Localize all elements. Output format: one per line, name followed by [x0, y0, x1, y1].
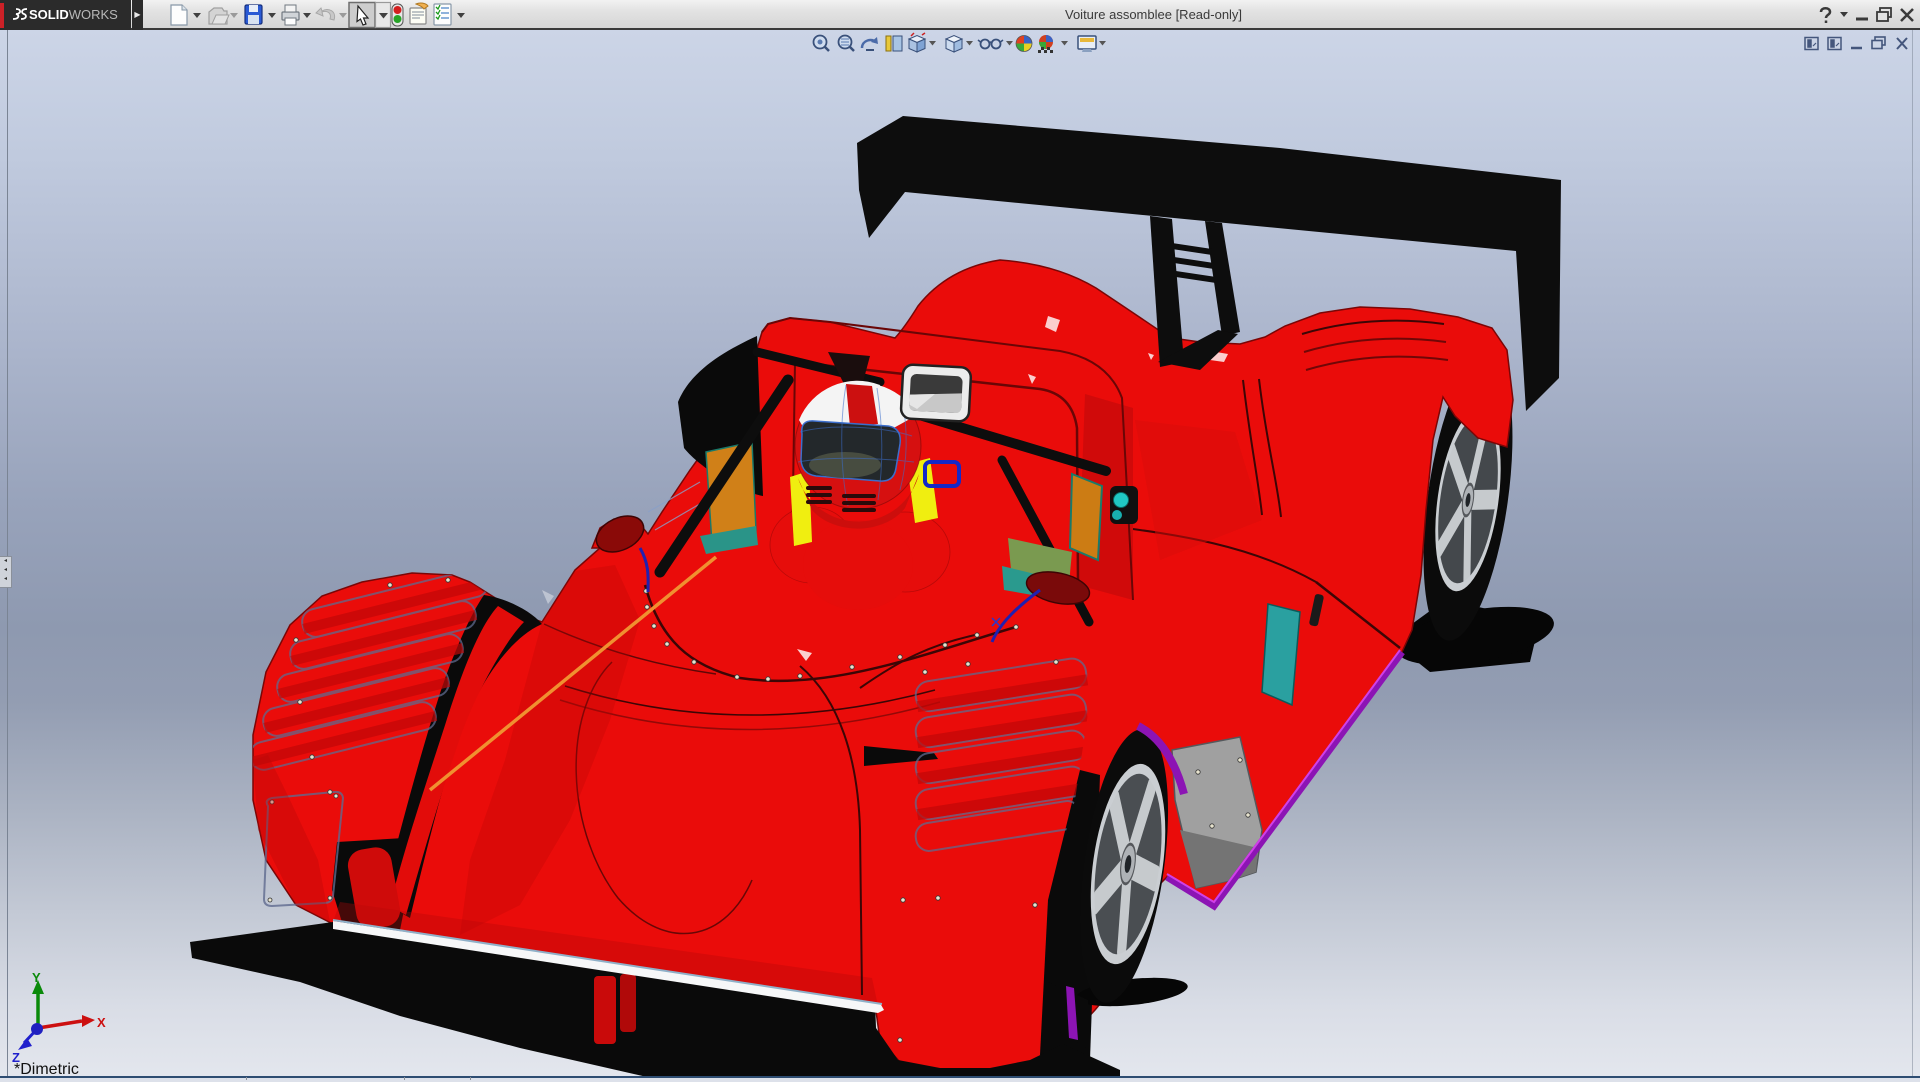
- svg-text:Y: Y: [32, 970, 41, 985]
- svg-text:X: X: [97, 1015, 106, 1030]
